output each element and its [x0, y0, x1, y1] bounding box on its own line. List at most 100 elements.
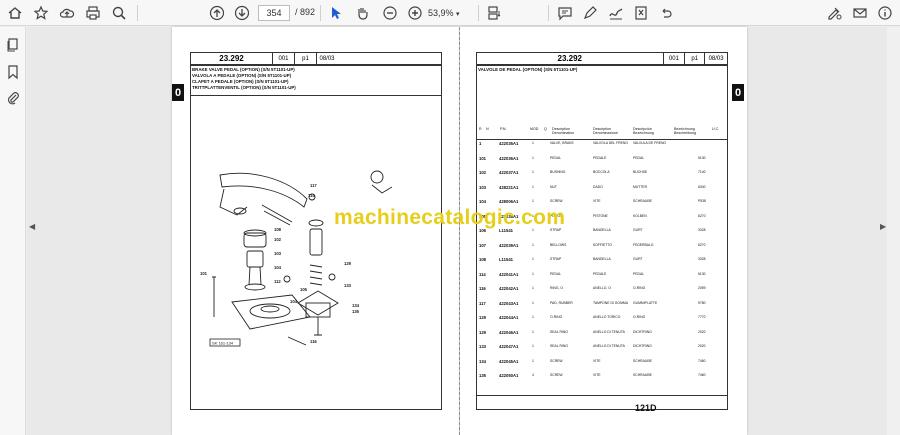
chevron-down-icon: ▾ [456, 11, 460, 18]
description-de: O-RING [633, 315, 646, 319]
description-de: GUMMIPLATTE [633, 300, 658, 305]
unit-code: 6130 [698, 155, 706, 160]
home-icon[interactable] [6, 4, 24, 22]
description-de: KOLBEN [633, 213, 647, 218]
select-cursor-icon[interactable] [327, 4, 345, 22]
callout-101: 101 [200, 271, 208, 276]
description-it: ANELLO DI TENUTA [593, 329, 625, 334]
draw-icon[interactable] [607, 4, 625, 22]
zoom-level-select[interactable]: 53,9% ▾ [428, 5, 474, 21]
pdf-viewer-window: 354 / 892 53,9% ▾ ◀ ▶ 23.292 001 p1 08/0 [0, 0, 900, 435]
unit-code: 9780 [698, 300, 706, 305]
zoom-in-icon[interactable] [406, 4, 424, 22]
part-number: L11541 [499, 257, 513, 262]
description-en: SCREW [550, 358, 563, 363]
page-header-right: 23.292 001 p1 08/03 [476, 52, 728, 65]
col-q: Q [544, 127, 547, 131]
delete-icon[interactable] [632, 4, 650, 22]
description-it: DADO [593, 184, 603, 189]
callout-108: 108 [274, 227, 282, 232]
unit-code: 2059 [698, 286, 706, 290]
description-en: RING, O [550, 286, 563, 290]
description-de: PEDAL [633, 155, 645, 160]
part-number: 422037A1 [499, 170, 519, 175]
page-right: 23.292 001 p1 08/03 VALVOLE DE PEDAL (OP… [460, 27, 747, 435]
description-en: NUT [550, 184, 557, 189]
highlight-pen-icon[interactable] [581, 4, 599, 22]
callout-134: 134 [352, 303, 360, 308]
description-it: SOFFIETTO [593, 242, 612, 247]
unit-code: 6130 [698, 271, 706, 276]
callout-117: 117 [310, 183, 317, 188]
table-row: 102 422037A1 1 BUSHING BOCCOLA BUCHSE 7140 [476, 170, 744, 181]
description-de: MUTTER [633, 184, 648, 189]
page-down-icon[interactable] [233, 4, 251, 22]
part-number: 428221A1 [499, 184, 519, 190]
info-icon[interactable] [876, 4, 894, 22]
star-icon[interactable] [32, 4, 50, 22]
callout-103: 103 [274, 251, 282, 256]
quantity: 4 [532, 373, 534, 377]
description-de: DICHTRING [633, 344, 652, 348]
description-en: BELLOWS [550, 242, 567, 247]
vertical-scrollbar[interactable] [887, 27, 900, 435]
sign-icon[interactable] [825, 4, 843, 22]
callout-105: 105 [300, 287, 308, 292]
quantity: 1 [532, 344, 534, 348]
ref-number: 102 [479, 170, 486, 175]
callout-104b: 104 [290, 299, 298, 304]
table-row: 116 422042A1 1 RING, O ANELLO, O O-RING 2059 [476, 286, 744, 297]
ref-number: 108 [479, 257, 486, 262]
table-row: 108 L11541 1 STRAP BANDELLA GURT 3328 [476, 257, 744, 268]
collapse-right-icon[interactable]: ▶ [880, 222, 886, 231]
description-en: PEDAL [550, 271, 562, 276]
page-up-icon[interactable] [208, 4, 226, 22]
ref-number: 101 [479, 155, 486, 161]
part-number: 422046A1 [499, 329, 519, 335]
quantity: 1 [532, 184, 534, 189]
description-en: VALVE, BRAKE [550, 141, 574, 145]
description-de: DICHTRING [633, 329, 652, 334]
part-number: 422043A1 [499, 300, 519, 306]
page-number-input[interactable]: 354 [258, 5, 290, 21]
description-de: BUCHSE [633, 170, 648, 174]
description-de: FEDERBALG [633, 242, 654, 247]
machine-model: 121D [635, 403, 657, 413]
print-icon[interactable] [84, 4, 102, 22]
part-number: 422041A1 [499, 271, 519, 277]
zoom-search-icon[interactable] [110, 4, 128, 22]
view-mode-icon[interactable] [485, 4, 503, 22]
hand-pan-icon[interactable] [353, 4, 371, 22]
diagram-label: SK 161-134 [212, 341, 234, 346]
pages-icon[interactable] [4, 36, 22, 54]
bookmark-icon[interactable] [4, 63, 22, 81]
description-it: PISTONE [593, 213, 608, 218]
toolbar: 354 / 892 53,9% ▾ [0, 0, 900, 26]
description-it: TAMPONE DI GOMMA [593, 300, 628, 305]
page-left: 23.292 001 p1 08/03 BRAKE VALVE PEDAL (O… [172, 27, 459, 435]
ref-number: 116 [479, 286, 486, 291]
quantity: 1 [532, 358, 534, 363]
quantity: 1 [532, 155, 534, 160]
mail-icon[interactable] [851, 4, 869, 22]
description-it: BOCCOLA [593, 170, 610, 174]
description-en: O-RING [550, 315, 563, 319]
zoom-out-icon[interactable] [381, 4, 399, 22]
quantity: 1 [532, 286, 534, 290]
exploded-parts-diagram: 117 114 129 133 108 102 103 104 112 104 … [200, 170, 392, 347]
quantity: 1 [532, 271, 534, 276]
description-it: PEDALE [593, 271, 607, 276]
description-de: GURT [633, 228, 643, 232]
description-it: ANELLO, O [593, 286, 611, 290]
collapse-left-icon[interactable]: ◀ [29, 222, 35, 231]
attachment-icon[interactable] [4, 89, 22, 107]
undo-icon[interactable] [657, 4, 675, 22]
col-desc-1: Description Denomination [552, 127, 575, 136]
part-number: 422050A1 [499, 373, 519, 378]
description-en: PAD, RUBBER [550, 300, 573, 305]
upload-icon[interactable] [58, 4, 76, 22]
description-en: STRAP [550, 257, 562, 261]
comment-icon[interactable] [556, 4, 574, 22]
col-r: R [479, 127, 482, 131]
table-row: 135 422050A1 4 SCREW VITE SCHRAUBE 7460 [476, 373, 744, 384]
